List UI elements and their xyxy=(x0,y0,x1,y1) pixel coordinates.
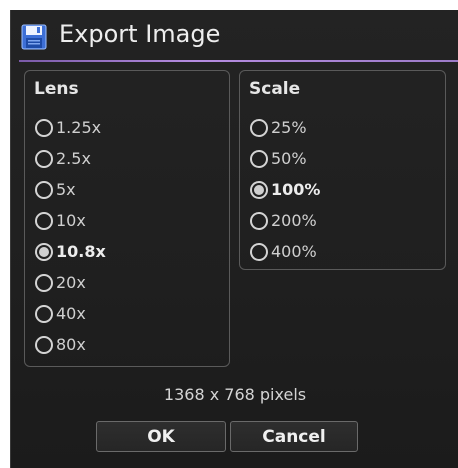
radio-button-icon[interactable] xyxy=(250,149,268,168)
radio-selected-dot xyxy=(39,246,49,257)
radio-button-icon[interactable] xyxy=(250,180,268,199)
scale-group: Scale 25% 50% 100% 200% 400% xyxy=(239,70,446,270)
lens-radio-4[interactable]: 10.8x xyxy=(35,236,106,267)
lens-option-label: 10x xyxy=(56,211,86,230)
scale-radio-2[interactable]: 100% xyxy=(250,174,320,205)
dialog-title: Export Image xyxy=(59,20,221,48)
lens-radio-0[interactable]: 1.25x xyxy=(35,112,106,143)
radio-button-icon[interactable] xyxy=(35,304,53,323)
lens-option-label: 2.5x xyxy=(56,149,91,168)
lens-options: 1.25x 2.5x 5x 10x 10.8x 20x 40x 80x xyxy=(35,112,106,360)
lens-group-title: Lens xyxy=(34,79,79,99)
ok-button[interactable]: OK xyxy=(96,421,226,452)
scale-option-label: 100% xyxy=(271,180,321,199)
lens-radio-6[interactable]: 40x xyxy=(35,298,106,329)
radio-button-icon[interactable] xyxy=(35,149,53,168)
scale-radio-3[interactable]: 200% xyxy=(250,205,320,236)
lens-radio-1[interactable]: 2.5x xyxy=(35,143,106,174)
lens-radio-2[interactable]: 5x xyxy=(35,174,106,205)
radio-button-icon[interactable] xyxy=(35,118,53,137)
lens-option-label: 5x xyxy=(56,180,76,199)
lens-option-label: 40x xyxy=(56,304,86,323)
scale-option-label: 50% xyxy=(271,149,307,168)
save-disk-icon xyxy=(21,24,47,50)
radio-button-icon[interactable] xyxy=(35,335,53,354)
radio-button-icon[interactable] xyxy=(35,211,53,230)
scale-radio-1[interactable]: 50% xyxy=(250,143,320,174)
image-dimensions-label: 1368 x 768 pixels xyxy=(163,385,307,404)
scale-group-title: Scale xyxy=(249,79,301,99)
title-divider xyxy=(19,60,458,62)
lens-option-label: 10.8x xyxy=(56,242,106,261)
lens-radio-3[interactable]: 10x xyxy=(35,205,106,236)
scale-radio-4[interactable]: 400% xyxy=(250,236,320,267)
radio-button-icon[interactable] xyxy=(250,242,268,261)
cancel-button[interactable]: Cancel xyxy=(230,421,358,452)
lens-radio-5[interactable]: 20x xyxy=(35,267,106,298)
radio-button-icon[interactable] xyxy=(35,242,53,261)
scale-option-label: 200% xyxy=(271,211,317,230)
lens-option-label: 80x xyxy=(56,335,86,354)
radio-button-icon[interactable] xyxy=(250,211,268,230)
radio-selected-dot xyxy=(254,184,264,195)
lens-radio-7[interactable]: 80x xyxy=(35,329,106,360)
lens-option-label: 1.25x xyxy=(56,118,102,137)
scale-options: 25% 50% 100% 200% 400% xyxy=(250,112,320,267)
title-bar: Export Image xyxy=(11,10,458,58)
radio-button-icon[interactable] xyxy=(35,180,53,199)
scale-option-label: 25% xyxy=(271,118,307,137)
radio-button-icon[interactable] xyxy=(35,273,53,292)
lens-option-label: 20x xyxy=(56,273,86,292)
scale-radio-0[interactable]: 25% xyxy=(250,112,320,143)
scale-option-label: 400% xyxy=(271,242,317,261)
radio-button-icon[interactable] xyxy=(250,118,268,137)
lens-group: Lens 1.25x 2.5x 5x 10x 10.8x 20x 40x 80x xyxy=(24,70,230,367)
export-image-dialog: Export Image Lens 1.25x 2.5x 5x 10x 10.8x 20x… xyxy=(10,10,458,468)
